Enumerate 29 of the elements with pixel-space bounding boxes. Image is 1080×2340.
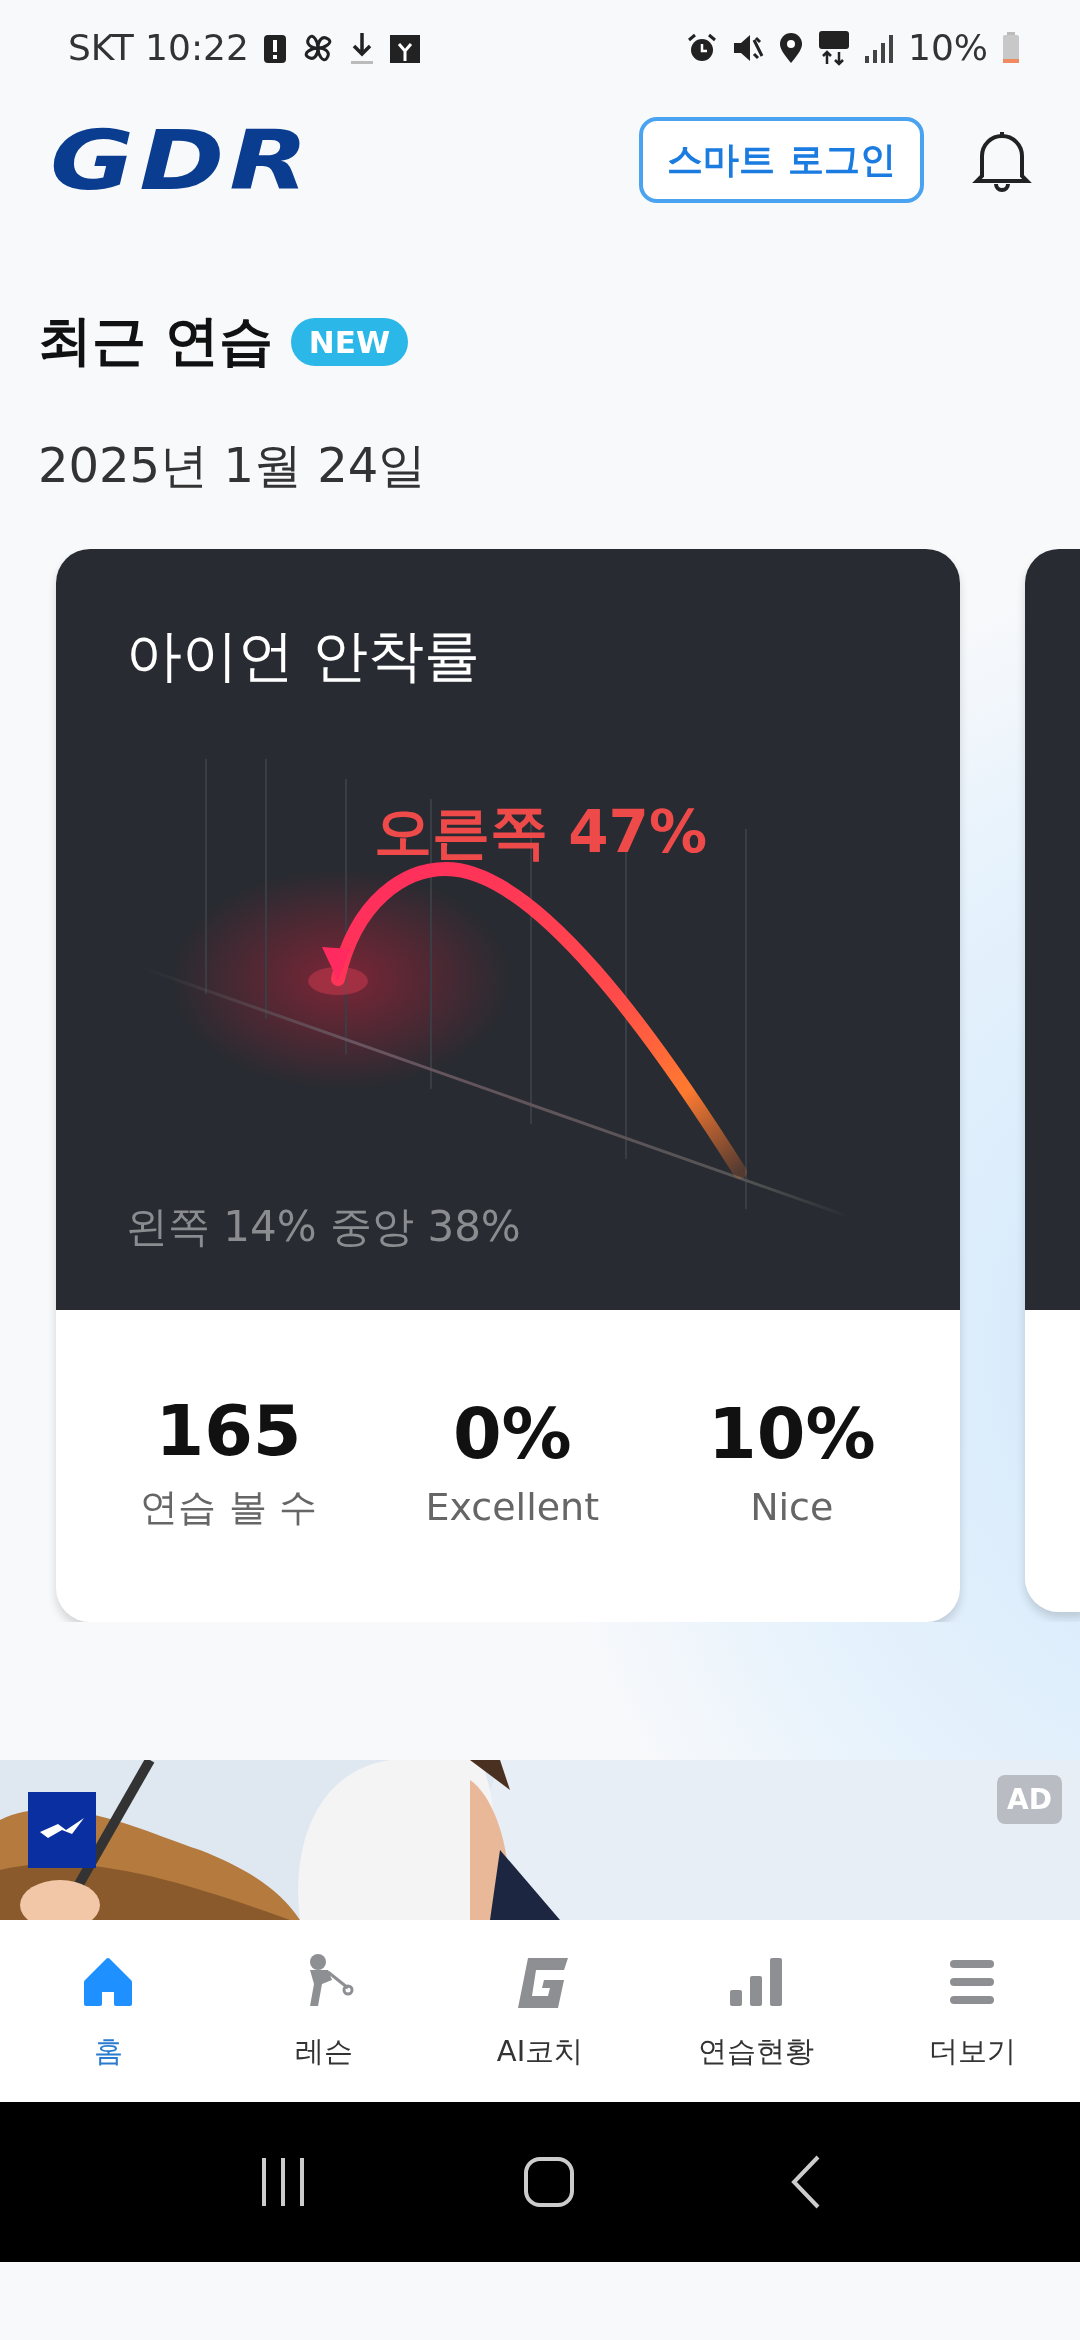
nav-tab[interactable]: 레슨 — [244, 1950, 404, 2072]
left-center-rate-label: 왼쪽 14% 중앙 38% — [126, 1201, 521, 1253]
alarm-icon — [686, 31, 718, 64]
stat-value: 10% — [708, 1393, 876, 1475]
status-time: SKT 10:22 — [68, 27, 249, 68]
battery-icon — [1002, 31, 1020, 64]
nav-tab[interactable]: 홈 — [28, 1950, 188, 2072]
stat-value: 165 — [154, 1389, 303, 1472]
stat-value: 0% — [451, 1393, 573, 1475]
nav-tab[interactable]: 더보기 — [892, 1950, 1052, 2072]
iron-accuracy-card[interactable]: 아이언 안착률 오른쪽 47% 왼쪽 14% 중앙 38% 165 연습 볼 수 0% Excellent 10% Nice — [56, 549, 960, 1622]
practice-date: 2025년 1월 24일 — [38, 436, 428, 495]
stat-label: 연습 볼 수 — [140, 1483, 317, 1531]
app-logo: GDR — [50, 112, 314, 208]
battery-percent: 10% — [908, 27, 988, 68]
nav-tab[interactable]: AI코치 — [460, 1950, 620, 2072]
location-icon — [778, 31, 804, 64]
ad-badge: AD — [997, 1775, 1062, 1824]
home-button-icon[interactable] — [523, 2156, 575, 2208]
stat-label: Nice — [749, 1485, 835, 1529]
card-title: 아이언 안착률 — [126, 622, 480, 690]
download-icon — [348, 30, 375, 65]
smart-login-button[interactable]: 스마트 로그인 — [639, 117, 924, 203]
next-card[interactable] — [1025, 549, 1080, 1612]
right-rate-label: 오른쪽 47% — [374, 797, 708, 868]
section-title: 최근 연습 — [38, 308, 273, 374]
stat-label: Excellent — [425, 1485, 600, 1529]
new-badge: NEW — [290, 317, 409, 366]
nav-tab[interactable]: 연습현황 — [676, 1950, 836, 2072]
